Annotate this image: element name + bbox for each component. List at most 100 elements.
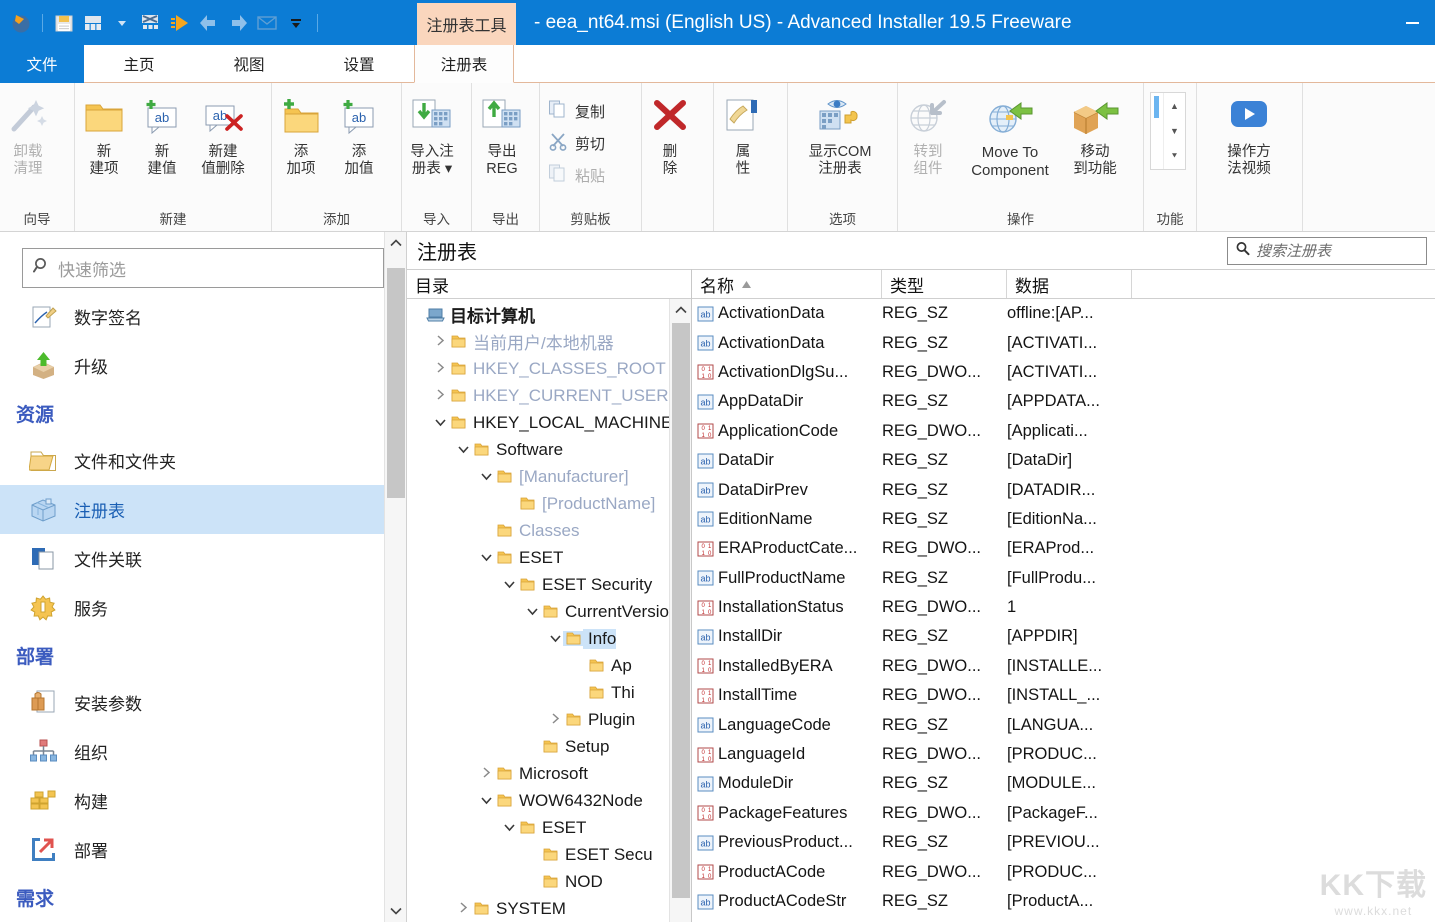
- tree-node[interactable]: Classes: [407, 517, 691, 544]
- customize-qat-icon[interactable]: [283, 10, 309, 36]
- feature-spinner[interactable]: ▲ ▼ ⯆: [1150, 92, 1186, 170]
- chevron-right-icon[interactable]: [547, 713, 563, 727]
- delete-button[interactable]: 删 除: [642, 89, 698, 178]
- chevron-down-icon[interactable]: [501, 821, 517, 835]
- table-row[interactable]: abActivationDataREG_SZ[ACTIVATI...: [692, 328, 1435, 357]
- column-header-type[interactable]: 类型: [882, 270, 1007, 298]
- cut-button[interactable]: 剪切: [548, 129, 605, 157]
- app-logo-icon[interactable]: [8, 10, 34, 36]
- table-row[interactable]: abEditionNameREG_SZ[EditionNa...: [692, 505, 1435, 534]
- save-as-icon[interactable]: [80, 10, 106, 36]
- table-row[interactable]: abDataDirPrevREG_SZ[DATADIR...: [692, 475, 1435, 504]
- feature-spinner-arrows[interactable]: ▲ ▼ ⯆: [1164, 93, 1185, 169]
- minimize-button[interactable]: [1389, 0, 1435, 45]
- properties-button[interactable]: 属 性: [714, 89, 772, 178]
- table-row[interactable]: abLanguageCodeREG_SZ[LANGUA...: [692, 710, 1435, 739]
- copy-button[interactable]: 复制: [548, 97, 605, 125]
- add-key-button[interactable]: 添 加项: [272, 89, 330, 178]
- sidebar-item-build[interactable]: 构建: [0, 776, 406, 825]
- table-row[interactable]: abInstallDirREG_SZ[APPDIR]: [692, 622, 1435, 651]
- table-row[interactable]: abFullProductNameREG_SZ[FullProdu...: [692, 564, 1435, 593]
- tree-node[interactable]: HKEY_CLASSES_ROOT: [407, 355, 691, 382]
- tab-home[interactable]: 主页: [84, 45, 194, 83]
- sidebar-item-registry[interactable]: 注册表: [0, 485, 406, 534]
- tab-file[interactable]: 文件: [0, 45, 84, 83]
- tree-node[interactable]: Info: [407, 625, 691, 652]
- scroll-down-icon[interactable]: [385, 900, 407, 922]
- table-row[interactable]: abDataDirREG_SZ[DataDir]: [692, 446, 1435, 475]
- scroll-up-icon[interactable]: [385, 232, 406, 254]
- tree-column-header[interactable]: 目录: [407, 269, 691, 299]
- scroll-up-icon[interactable]: [670, 299, 691, 321]
- tree-node[interactable]: NOD: [407, 868, 691, 895]
- table-row[interactable]: 0110InstallTimeREG_DWO...[INSTALL_...: [692, 681, 1435, 710]
- sidebar-item-file-associations[interactable]: 文件关联: [0, 534, 406, 583]
- table-row[interactable]: abAppDataDirREG_SZ[APPDATA...: [692, 387, 1435, 416]
- import-registry-button[interactable]: 导入注 册表 ▾: [402, 89, 462, 178]
- chevron-down-icon[interactable]: [547, 632, 563, 646]
- table-row[interactable]: abPreviousProduct...REG_SZ[PREVIOU...: [692, 828, 1435, 857]
- table-row[interactable]: 0110ERAProductCate...REG_DWO...[ERAProd.…: [692, 534, 1435, 563]
- table-row[interactable]: 0110InstalledByERAREG_DWO...[INSTALLE...: [692, 652, 1435, 681]
- build-icon[interactable]: [138, 10, 164, 36]
- redo-icon[interactable]: [225, 10, 251, 36]
- new-key-button[interactable]: 新 建项: [75, 89, 133, 178]
- tree-node[interactable]: [ProductName]: [407, 490, 691, 517]
- tree-node[interactable]: 当前用户/本地机器: [407, 328, 691, 355]
- spinner-end-icon[interactable]: ⯆: [1171, 151, 1178, 162]
- sidebar-scrollbar[interactable]: [384, 232, 406, 922]
- ribbon-tab-bar[interactable]: 文件 主页 视图 设置 注册表: [0, 45, 1435, 83]
- mail-icon[interactable]: [254, 10, 280, 36]
- tree-node[interactable]: [Manufacturer]: [407, 463, 691, 490]
- paste-button[interactable]: 粘贴: [548, 161, 605, 189]
- chevron-down-icon[interactable]: [455, 443, 471, 457]
- tab-registry[interactable]: 注册表: [414, 45, 514, 83]
- tree-node[interactable]: 目标计算机: [407, 301, 691, 328]
- tree-node[interactable]: Microsoft: [407, 760, 691, 787]
- run-icon[interactable]: [167, 10, 193, 36]
- sidebar-scroll-thumb[interactable]: [387, 268, 405, 498]
- table-row[interactable]: abProductACodeStrREG_SZ[ProductA...: [692, 887, 1435, 916]
- tree-node[interactable]: ESET Security: [407, 571, 691, 598]
- table-row[interactable]: abActivationDataREG_SZoffline:[AP...: [692, 299, 1435, 328]
- table-row[interactable]: 0110LanguageIdREG_DWO...[PRODUC...: [692, 740, 1435, 769]
- tree-node[interactable]: HKEY_LOCAL_MACHINE: [407, 409, 691, 436]
- uninstall-cleanup-button[interactable]: 卸载 清理: [0, 89, 56, 178]
- tree-node[interactable]: ESET: [407, 544, 691, 571]
- tree-node[interactable]: Ap: [407, 652, 691, 679]
- new-delete-value-button[interactable]: ab 新建 值删除: [191, 89, 255, 178]
- chevron-right-icon[interactable]: [478, 767, 494, 781]
- go-to-component-button[interactable]: 转到 组件: [898, 89, 958, 178]
- registry-values-list[interactable]: abActivationDataREG_SZoffline:[AP...abAc…: [692, 299, 1435, 916]
- sidebar-item-upgrade[interactable]: 升级: [0, 341, 406, 390]
- how-to-video-button[interactable]: 操作方 法视频: [1197, 89, 1301, 178]
- quick-access-toolbar[interactable]: [0, 10, 323, 36]
- table-row[interactable]: 0110PackageFeaturesREG_DWO...[PackageF..…: [692, 799, 1435, 828]
- chevron-down-icon[interactable]: [478, 794, 494, 808]
- tree-node[interactable]: Software: [407, 436, 691, 463]
- show-com-registry-button[interactable]: 显示COM 注册表: [788, 89, 892, 178]
- tree-node[interactable]: CurrentVersion: [407, 598, 691, 625]
- chevron-down-icon[interactable]: [478, 470, 494, 484]
- undo-icon[interactable]: [196, 10, 222, 36]
- quick-filter-input[interactable]: 快速筛选: [22, 248, 384, 288]
- export-reg-button[interactable]: 导出 REG: [472, 89, 532, 178]
- registry-tree[interactable]: 目标计算机当前用户/本地机器HKEY_CLASSES_ROOTHKEY_CURR…: [407, 299, 691, 922]
- move-to-feature-button[interactable]: 移动 到功能: [1062, 89, 1128, 178]
- sidebar-item-digital-signature[interactable]: 数字签名: [0, 292, 406, 341]
- chevron-down-icon[interactable]: [501, 578, 517, 592]
- tree-node[interactable]: WOW6432Node: [407, 787, 691, 814]
- chevron-down-icon[interactable]: [432, 416, 448, 430]
- tree-scroll-thumb[interactable]: [672, 323, 690, 898]
- chevron-down-icon[interactable]: [109, 10, 135, 36]
- values-column-headers[interactable]: 名称 类型 数据: [692, 269, 1435, 299]
- chevron-down-icon[interactable]: [524, 605, 540, 619]
- add-value-button[interactable]: ab 添 加值: [330, 89, 388, 178]
- tab-settings[interactable]: 设置: [304, 45, 414, 83]
- chevron-right-icon[interactable]: [432, 362, 448, 376]
- tree-node[interactable]: Plugin: [407, 706, 691, 733]
- tree-node[interactable]: Thi: [407, 679, 691, 706]
- chevron-right-icon[interactable]: [455, 902, 471, 916]
- table-row[interactable]: 0110ApplicationCodeREG_DWO...[Applicati.…: [692, 417, 1435, 446]
- table-row[interactable]: 0110InstallationStatusREG_DWO...1: [692, 593, 1435, 622]
